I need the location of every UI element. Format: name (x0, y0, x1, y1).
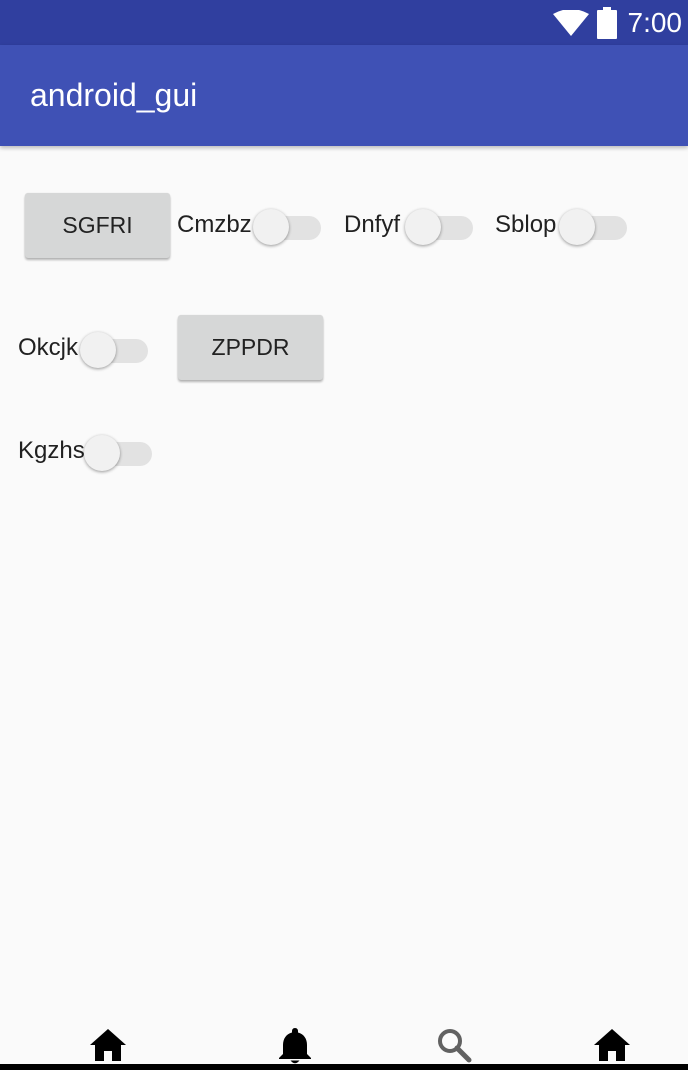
kgzhs-label: Kgzhs (18, 437, 85, 464)
switch-thumb (405, 209, 441, 245)
app-title: android_gui (30, 77, 198, 113)
kgzhs-switch[interactable] (84, 429, 154, 473)
okcjk-label: Okcjk (18, 334, 78, 361)
switch-thumb (84, 435, 120, 471)
dnfyf-label: Dnfyf (344, 211, 401, 238)
switch-thumb (80, 332, 116, 368)
app-bar: android_gui (0, 45, 688, 146)
cmzbz-label: Cmzbz (177, 211, 252, 238)
navigation-bar-edge (0, 1064, 688, 1070)
sgfri-button[interactable]: SGFRI (25, 193, 170, 258)
wifi-icon (553, 10, 589, 36)
sblop-switch[interactable] (559, 203, 629, 247)
search-icon[interactable] (434, 1025, 474, 1065)
battery-icon (597, 7, 617, 39)
switch-thumb (559, 209, 595, 245)
status-time: 7:00 (627, 7, 683, 38)
bell-icon[interactable] (275, 1025, 315, 1065)
status-bar: 7:00 (0, 0, 688, 45)
switch-thumb (253, 209, 289, 245)
zppdr-button[interactable]: ZPPDR (178, 315, 323, 380)
cmzbz-switch[interactable] (253, 203, 323, 247)
home-icon[interactable] (592, 1025, 632, 1065)
sblop-label: Sblop (495, 211, 557, 238)
dnfyf-switch[interactable] (405, 203, 475, 247)
okcjk-switch[interactable] (80, 326, 150, 370)
home-icon[interactable] (88, 1025, 128, 1065)
